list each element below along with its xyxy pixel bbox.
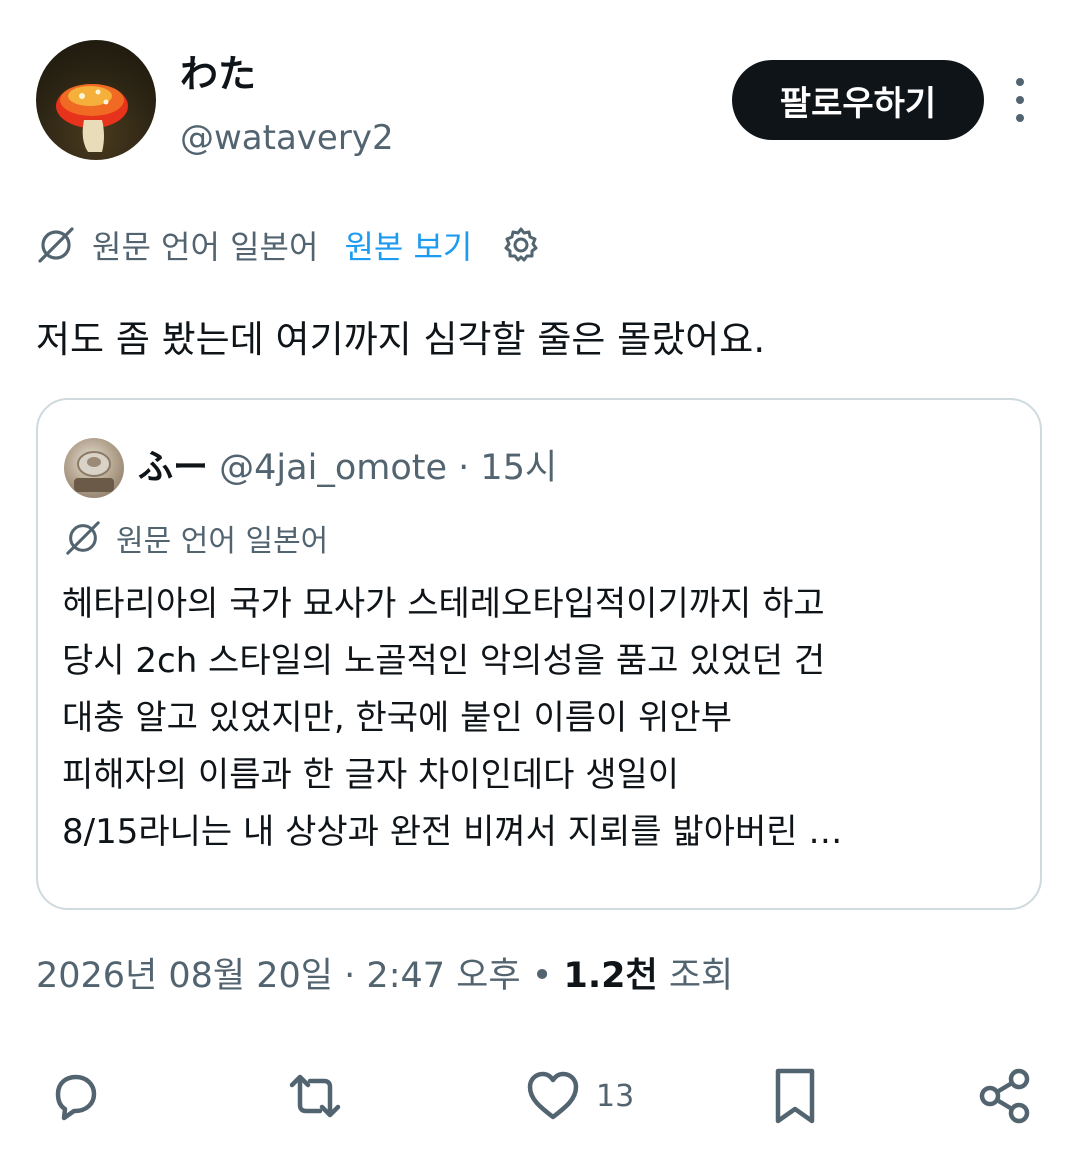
- meta-bullet: •: [531, 956, 553, 996]
- reply-icon: [55, 1074, 97, 1121]
- quoted-text-line: 대충 알고 있었지만, 한국에 붙인 이름이 위안부: [62, 698, 732, 738]
- quoted-separator: ·: [458, 448, 470, 488]
- translation-bar: 원문 언어 일본어 원본 보기: [36, 220, 542, 270]
- quoted-time[interactable]: 15시: [480, 448, 557, 488]
- quoted-text-line: 헤타리아의 국가 묘사가 스테레오타입적이기까지 하고: [62, 584, 825, 624]
- quoted-text-line: 피해자의 이름과 한 글자 차이인데다 생일이: [62, 755, 680, 795]
- follow-button[interactable]: 팔로우하기: [732, 60, 984, 140]
- views-label: 조회: [668, 956, 734, 996]
- like-count: 13: [596, 1078, 635, 1114]
- meta-separator: ·: [344, 956, 356, 996]
- quoted-tweet-card[interactable]: ふー @4jai_omote · 15시 원문 언어 일본어 헤타리아의 국가 …: [36, 398, 1042, 910]
- bookmark-button[interactable]: [764, 1066, 826, 1126]
- tweet-text: 저도 좀 봤는데 여기까지 심각할 줄은 몰랐어요.: [36, 318, 766, 361]
- globe-slash-icon: [38, 227, 74, 263]
- tweet-date[interactable]: 2026년 08월 20일: [36, 956, 333, 996]
- view-original-link[interactable]: 원본 보기: [344, 222, 472, 268]
- quoted-tweet-text: 헤타리아의 국가 묘사가 스테레오타입적이기까지 하고 당시 2ch 스타일의 …: [62, 576, 1022, 861]
- quoted-source-language-label: 원문 언어 일본어: [116, 524, 329, 559]
- quoted-author-avatar[interactable]: [64, 438, 124, 498]
- share-button[interactable]: [974, 1066, 1036, 1126]
- quoted-display-name[interactable]: ふー: [138, 448, 208, 488]
- quoted-translation-bar: 원문 언어 일본어: [64, 514, 328, 562]
- gear-icon[interactable]: [500, 224, 542, 266]
- quoted-text-line: 당시 2ch 스타일의 노골적인 악의성을 품고 있었던 건: [62, 641, 826, 681]
- quoted-text-line: 8/15라니는 내 상상과 완전 비껴서 지뢰를 밟아버린 …: [62, 812, 843, 852]
- author-avatar[interactable]: [36, 40, 156, 160]
- tweet-time[interactable]: 2:47 오후: [366, 956, 520, 996]
- more-vertical-icon[interactable]: [1000, 78, 1040, 122]
- share-icon: [979, 1068, 1030, 1124]
- heart-icon: [527, 1071, 579, 1120]
- quoted-tweet-header: ふー @4jai_omote · 15시: [138, 444, 557, 492]
- globe-slash-icon: [66, 521, 100, 555]
- like-button[interactable]: 13: [522, 1066, 634, 1126]
- retweet-icon: [289, 1074, 341, 1118]
- tweet-meta: 2026년 08월 20일 · 2:47 오후 • 1.2천 조회: [36, 950, 733, 1002]
- retweet-button[interactable]: [284, 1066, 346, 1126]
- bookmark-icon: [775, 1068, 815, 1124]
- reply-button[interactable]: [44, 1066, 106, 1126]
- author-handle[interactable]: @watavery2: [180, 116, 394, 160]
- author-display-name[interactable]: わた: [180, 50, 256, 98]
- source-language-label: 원문 언어 일본어: [92, 228, 319, 266]
- quoted-handle[interactable]: @4jai_omote: [219, 448, 447, 488]
- views-count: 1.2천: [563, 956, 658, 996]
